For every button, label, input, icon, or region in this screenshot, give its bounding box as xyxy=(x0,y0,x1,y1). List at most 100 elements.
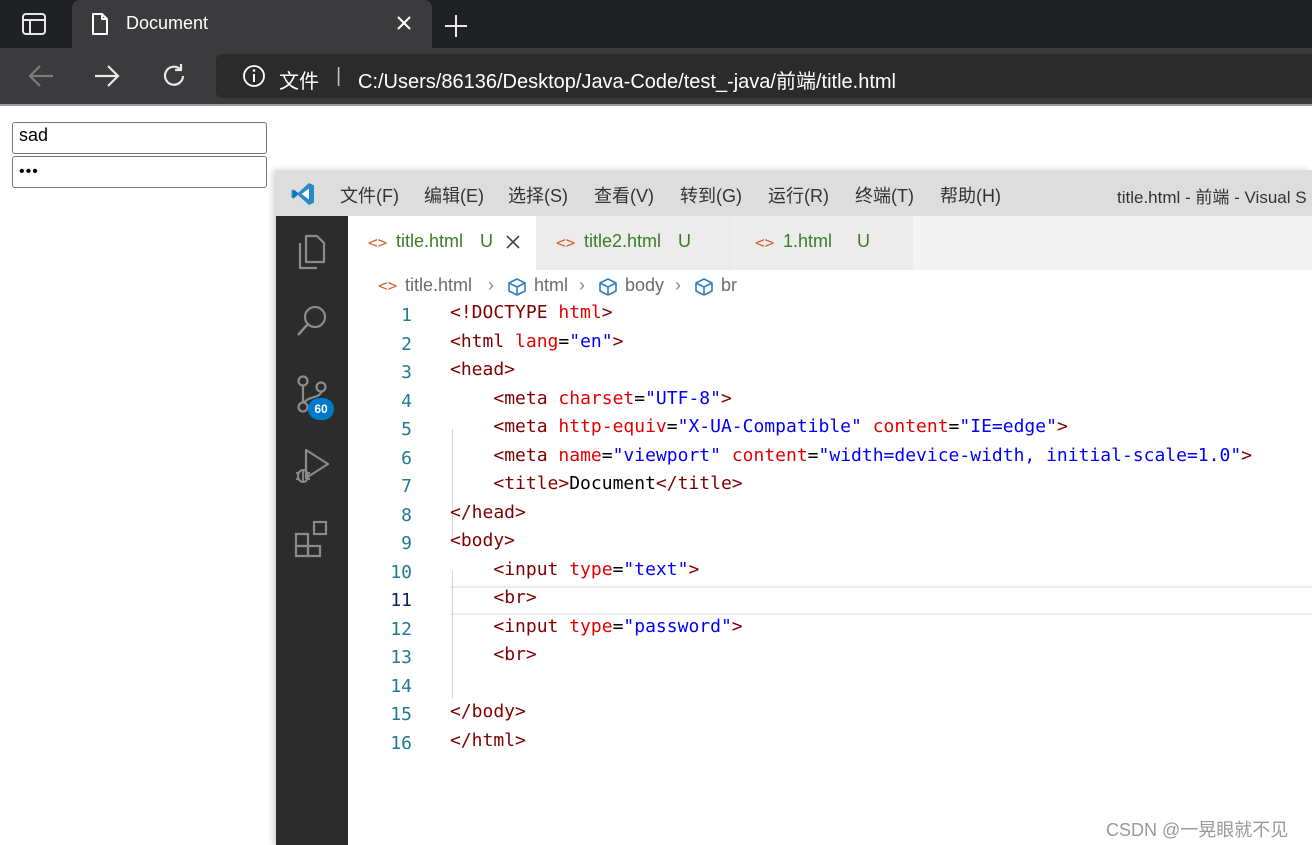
code-token: <br> xyxy=(493,644,537,665)
browser-tab-bar: Document xyxy=(0,0,1312,48)
browser-toolbar: 文件 | C:/Users/86136/Desktop/Java-Code/te… xyxy=(0,48,1312,104)
code-line[interactable]: </head> xyxy=(450,502,526,530)
close-icon[interactable] xyxy=(506,234,520,253)
menu-help[interactable]: 帮助(H) xyxy=(940,182,1001,208)
url-text[interactable]: C:/Users/86136/Desktop/Java-Code/test_-j… xyxy=(358,65,896,94)
code-line[interactable]: </html> xyxy=(450,730,526,758)
code-token: type xyxy=(569,615,613,637)
vscode-titlebar: 文件(F) 编辑(E) 选择(S) 查看(V) 转到(G) 运行(R) 终端(T… xyxy=(276,170,1312,216)
menu-edit[interactable]: 编辑(E) xyxy=(424,182,484,208)
chevron-right-icon: › xyxy=(488,275,494,295)
code-token: = xyxy=(634,387,646,409)
code-editor[interactable]: 1 2 3 4 5 6 7 8 9 10 11 12 13 14 15 16 <!DOCTYPE html> <… xyxy=(348,302,1312,845)
breadcrumb: <> title.html › html › body › br xyxy=(348,270,1312,302)
menu-selection[interactable]: 选择(S) xyxy=(508,182,568,208)
code-token: = xyxy=(558,330,570,352)
address-separator: | xyxy=(336,65,342,87)
code-line[interactable]: </body> xyxy=(450,701,526,729)
page-password-input[interactable]: ••• xyxy=(12,156,267,188)
menu-view[interactable]: 查看(V) xyxy=(594,182,654,208)
page-text-input[interactable]: sad xyxy=(12,122,267,154)
menu-file[interactable]: 文件(F) xyxy=(340,182,399,208)
editor-tab-label: title.html xyxy=(396,231,464,251)
extensions-icon[interactable] xyxy=(294,518,330,558)
chevron-right-icon: › xyxy=(579,275,585,295)
back-arrow-icon[interactable] xyxy=(26,62,56,94)
element-cube-icon xyxy=(598,277,618,301)
vscode-window: 文件(F) 编辑(E) 选择(S) 查看(V) 转到(G) 运行(R) 终端(T… xyxy=(276,170,1312,845)
html-file-icon: <> xyxy=(556,233,576,252)
code-line[interactable]: <title>Document</title> xyxy=(450,473,742,501)
menu-terminal[interactable]: 终端(T) xyxy=(855,182,914,208)
code-line[interactable]: <head> xyxy=(450,359,515,387)
search-icon[interactable] xyxy=(294,302,330,342)
line-number: 13 xyxy=(390,647,412,668)
info-icon[interactable] xyxy=(242,64,266,92)
breadcrumb-br[interactable]: br xyxy=(721,275,737,296)
toolbar-divider xyxy=(0,104,1312,106)
line-number: 8 xyxy=(401,504,412,526)
address-bar[interactable]: 文件 | C:/Users/86136/Desktop/Java-Code/te… xyxy=(216,54,1312,98)
code-token: content xyxy=(731,444,808,466)
line-number: 4 xyxy=(401,390,412,412)
code-line[interactable]: <meta http-equiv="X-UA-Compatible" conte… xyxy=(450,416,1068,444)
code-line[interactable]: <input type="text"> xyxy=(450,559,699,587)
line-number: 11 xyxy=(390,590,412,611)
line-number: 14 xyxy=(390,675,412,697)
new-tab-icon[interactable] xyxy=(442,12,470,44)
code-token: > xyxy=(612,330,624,352)
code-line[interactable]: <br> xyxy=(450,644,537,672)
code-token: <meta xyxy=(493,444,559,466)
site-info-label[interactable]: 文件 xyxy=(279,65,319,94)
menu-run[interactable]: 运行(R) xyxy=(768,182,829,208)
editor-tab-strip: <> title.html U <> title2.html U <> 1.ht… xyxy=(348,216,1312,270)
line-number: 6 xyxy=(401,447,412,469)
explorer-icon[interactable] xyxy=(294,232,330,272)
editor-tab-title-html[interactable]: <> title.html U xyxy=(348,216,536,270)
breadcrumb-file[interactable]: title.html xyxy=(405,275,472,296)
line-number: 2 xyxy=(401,333,412,355)
code-token: > xyxy=(1056,416,1068,437)
editor-tab-1-html[interactable]: <> 1.html U xyxy=(735,216,913,270)
untracked-indicator: U xyxy=(678,231,691,251)
refresh-icon[interactable] xyxy=(160,62,188,94)
code-token: "UTF-8" xyxy=(645,387,721,409)
code-line[interactable]: <!DOCTYPE html> xyxy=(450,302,613,330)
breadcrumb-html[interactable]: html xyxy=(534,275,568,296)
code-token: > xyxy=(688,558,700,580)
code-token: http-equiv xyxy=(558,416,667,437)
menu-go[interactable]: 转到(G) xyxy=(680,182,742,208)
code-line[interactable]: <meta charset="UTF-8"> xyxy=(450,387,731,416)
tab-actions-icon[interactable] xyxy=(20,12,48,36)
activity-bar: 60 xyxy=(276,216,348,845)
code-token: <meta xyxy=(493,387,559,409)
editor-tab-title2-html[interactable]: <> title2.html U xyxy=(536,216,734,270)
code-token: </head> xyxy=(450,501,526,523)
element-cube-icon xyxy=(694,277,714,301)
breadcrumb-body[interactable]: body xyxy=(625,275,664,296)
code-line[interactable]: <br> xyxy=(450,587,536,615)
code-line[interactable]: <body> xyxy=(450,530,515,558)
tab-close-icon[interactable] xyxy=(395,14,413,36)
code-token: > xyxy=(601,302,613,323)
browser-tab[interactable]: Document xyxy=(72,0,432,48)
run-debug-icon[interactable] xyxy=(294,446,330,486)
code-line[interactable]: <html lang="en"> xyxy=(450,331,623,359)
code-token: = xyxy=(948,416,960,437)
forward-arrow-icon[interactable] xyxy=(92,62,122,94)
code-line[interactable]: <meta name="viewport" content="width=dev… xyxy=(450,445,1252,473)
line-number: 10 xyxy=(390,561,412,583)
document-icon xyxy=(90,12,110,40)
code-line[interactable]: <input type="password"> xyxy=(450,615,742,644)
line-number: 3 xyxy=(401,362,412,383)
vscode-logo-icon xyxy=(290,181,316,211)
code-token: "width=device-width, initial-scale=1.0" xyxy=(818,444,1242,466)
code-token: = xyxy=(666,416,678,437)
line-number: 15 xyxy=(390,704,412,725)
code-token: "X-UA-Compatible" xyxy=(677,416,862,437)
html-file-icon: <> xyxy=(368,233,388,252)
